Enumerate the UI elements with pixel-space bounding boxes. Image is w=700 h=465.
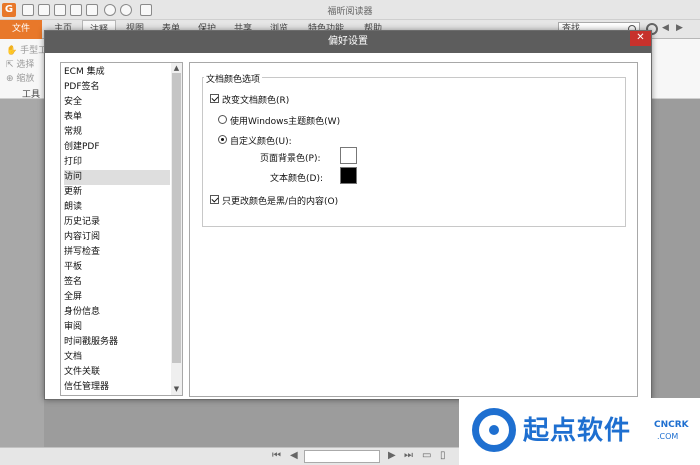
category-item[interactable]: 更新 bbox=[64, 185, 170, 200]
back-arrow-icon[interactable]: ◀ bbox=[662, 23, 669, 33]
category-item[interactable]: 签名 bbox=[64, 275, 170, 290]
last-page-icon[interactable]: ⏭ bbox=[404, 450, 413, 461]
brand-logo-icon bbox=[472, 408, 516, 452]
hand-tool-button[interactable]: ✋ 手型工 bbox=[6, 43, 47, 56]
preferences-dialog: 偏好设置 ✕ 信任管理器 文件关联 文档 时间戳服务器 审阅 身份信息 全屏 签名 平板 拼写检查… bbox=[44, 30, 652, 400]
radio-on[interactable] bbox=[218, 135, 227, 144]
select-tool-button[interactable]: ⇱ 选择 bbox=[6, 57, 34, 70]
scroll-down-icon[interactable]: ▼ bbox=[172, 385, 181, 393]
print-icon[interactable] bbox=[54, 4, 66, 16]
category-item[interactable]: 表单 bbox=[64, 110, 170, 125]
radio-off[interactable] bbox=[218, 115, 227, 124]
category-item[interactable]: 拼写检查 bbox=[64, 245, 170, 260]
close-icon[interactable]: ✕ bbox=[630, 31, 651, 46]
forward-arrow-icon[interactable]: ▶ bbox=[676, 23, 683, 33]
category-item[interactable]: 常规 bbox=[64, 125, 170, 140]
category-item[interactable]: 全屏 bbox=[64, 290, 170, 305]
use-windows-radio[interactable]: 使用Windows主题颜色(W) bbox=[218, 114, 418, 127]
category-item[interactable]: 内容订阅 bbox=[64, 230, 170, 245]
category-item[interactable]: 历史记录 bbox=[64, 215, 170, 230]
custom-color-radio[interactable]: 自定义颜色(U): bbox=[218, 134, 418, 147]
category-item[interactable]: 访问 bbox=[64, 170, 170, 185]
open-icon[interactable] bbox=[22, 4, 34, 16]
scrollbar-thumb[interactable] bbox=[172, 73, 181, 363]
redo-icon[interactable] bbox=[120, 4, 132, 16]
prev-page-icon[interactable]: ◀ bbox=[290, 450, 298, 461]
scroll-up-icon[interactable]: ▲ bbox=[172, 64, 181, 72]
group-title: 文档颜色选项 bbox=[204, 72, 263, 85]
category-item[interactable]: 平板 bbox=[64, 260, 170, 275]
category-list[interactable]: 信任管理器 文件关联 文档 时间戳服务器 审阅 身份信息 全屏 签名 平板 拼写检查 内容订阅 历史记… bbox=[60, 62, 183, 396]
watermark: 起点软件 CNCRK .COM bbox=[459, 398, 700, 465]
page-number-input[interactable] bbox=[304, 450, 380, 463]
tab-file[interactable]: 文件 bbox=[0, 20, 42, 39]
email-icon[interactable] bbox=[70, 4, 82, 16]
page-bg-color-swatch[interactable] bbox=[340, 147, 357, 164]
dialog-title: 偏好设置 bbox=[45, 31, 651, 53]
category-item[interactable]: 安全 bbox=[64, 95, 170, 110]
text-color-label: 文本颜色(D): bbox=[270, 174, 323, 184]
category-item[interactable]: ECM 集成 bbox=[64, 65, 170, 80]
zoom-tool-button[interactable]: ⊕ 缩放 bbox=[6, 71, 34, 84]
checkbox-checked[interactable] bbox=[210, 94, 219, 103]
category-item[interactable]: 审阅 bbox=[64, 320, 170, 335]
checkbox-checked[interactable] bbox=[210, 195, 219, 204]
navigation-pane bbox=[0, 99, 44, 447]
window-title: 福昕阅读器 bbox=[327, 7, 373, 17]
undo-icon[interactable] bbox=[104, 4, 116, 16]
single-page-icon[interactable]: ▭ bbox=[422, 450, 431, 461]
watermark-brand: 起点软件 bbox=[523, 416, 632, 446]
next-page-icon[interactable]: ▶ bbox=[388, 450, 396, 461]
category-item[interactable]: 文档 bbox=[64, 350, 170, 365]
title-bar: G 福昕阅读器 bbox=[0, 0, 700, 20]
change-color-checkbox[interactable]: 改变文档颜色(R) bbox=[210, 93, 410, 106]
only-bw-checkbox[interactable]: 只更改颜色是黑/白的内容(O) bbox=[210, 194, 430, 207]
page-bg-label: 页面背景色(P): bbox=[260, 154, 321, 164]
settings-panel: 文档颜色选项 改变文档颜色(R) 使用Windows主题颜色(W) 自定义颜色(… bbox=[189, 62, 638, 397]
category-item[interactable]: 时间戳服务器 bbox=[64, 335, 170, 350]
watermark-site: CNCRK bbox=[654, 420, 689, 430]
app-logo-icon[interactable]: G bbox=[2, 3, 16, 17]
watermark-domain: .COM bbox=[657, 432, 679, 441]
category-item[interactable]: 朗读 bbox=[64, 200, 170, 215]
category-item[interactable]: PDF签名 bbox=[64, 80, 170, 95]
scan-icon[interactable] bbox=[86, 4, 98, 16]
category-item[interactable]: 创建PDF bbox=[64, 140, 170, 155]
category-item[interactable]: 文件关联 bbox=[64, 365, 170, 380]
category-item[interactable]: 信任管理器 bbox=[64, 380, 170, 395]
continuous-page-icon[interactable]: ▯ bbox=[440, 450, 446, 461]
text-color-swatch[interactable] bbox=[340, 167, 357, 184]
category-item[interactable]: 打印 bbox=[64, 155, 170, 170]
category-item[interactable]: 身份信息 bbox=[64, 305, 170, 320]
save-icon[interactable] bbox=[38, 4, 50, 16]
first-page-icon[interactable]: ⏮ bbox=[272, 450, 281, 461]
hand-tool-icon[interactable] bbox=[140, 4, 152, 16]
